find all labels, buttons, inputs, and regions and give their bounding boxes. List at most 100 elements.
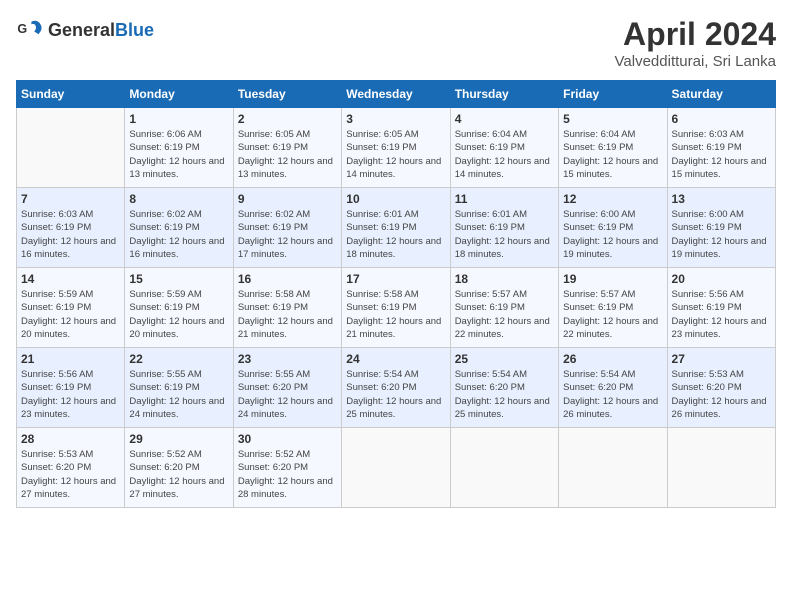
day-number: 21	[21, 352, 120, 366]
day-number: 4	[455, 112, 554, 126]
day-number: 24	[346, 352, 445, 366]
calendar-cell: 6Sunrise: 6:03 AMSunset: 6:19 PMDaylight…	[667, 108, 775, 188]
calendar-table: SundayMondayTuesdayWednesdayThursdayFrid…	[16, 80, 776, 508]
day-number: 8	[129, 192, 228, 206]
day-number: 22	[129, 352, 228, 366]
calendar-cell: 18 Sunrise: 5:57 AMSunset: 6:19 PMDayligh…	[450, 268, 558, 348]
calendar-cell: 4 Sunrise: 6:04 AMSunset: 6:19 PMDaylight…	[450, 108, 558, 188]
day-info: Sunrise: 5:55 AMSunset: 6:20 PMDaylight:…	[238, 368, 337, 421]
day-info: Sunrise: 5:56 AMSunset: 6:19 PMDaylight:…	[21, 368, 120, 421]
day-info: Sunrise: 5:54 AMSunset: 6:20 PMDaylight:…	[346, 368, 445, 421]
day-number: 5	[563, 112, 662, 126]
day-info: Sunrise: 5:55 AMSunset: 6:19 PMDaylight:…	[129, 368, 228, 421]
calendar-cell: 25 Sunrise: 5:54 AMSunset: 6:20 PMDayligh…	[450, 348, 558, 428]
day-number: 23	[238, 352, 337, 366]
calendar-cell: 27Sunrise: 5:53 AMSunset: 6:20 PMDayligh…	[667, 348, 775, 428]
day-number: 17	[346, 272, 445, 286]
day-info: Sunrise: 5:52 AMSunset: 6:20 PMDaylight:…	[238, 448, 337, 501]
day-number: 30	[238, 432, 337, 446]
day-number: 20	[672, 272, 771, 286]
calendar-cell: 12Sunrise: 6:00 AMSunset: 6:19 PMDayligh…	[559, 188, 667, 268]
header-thursday: Thursday	[450, 81, 558, 108]
calendar-cell: 30 Sunrise: 5:52 AMSunset: 6:20 PMDayligh…	[233, 428, 341, 508]
calendar-cell: 8 Sunrise: 6:02 AMSunset: 6:19 PMDaylight…	[125, 188, 233, 268]
day-number: 11	[455, 192, 554, 206]
day-info: Sunrise: 6:04 AMSunset: 6:19 PMDaylight:…	[455, 128, 554, 181]
calendar-cell	[559, 428, 667, 508]
header-monday: Monday	[125, 81, 233, 108]
calendar-cell: 22 Sunrise: 5:55 AMSunset: 6:19 PMDayligh…	[125, 348, 233, 428]
day-info: Sunrise: 6:03 AMSunset: 6:19 PMDaylight:…	[21, 208, 120, 261]
day-info: Sunrise: 6:05 AMSunset: 6:19 PMDaylight:…	[346, 128, 445, 181]
header-sunday: Sunday	[17, 81, 125, 108]
day-number: 3	[346, 112, 445, 126]
calendar-cell: 20Sunrise: 5:56 AMSunset: 6:19 PMDayligh…	[667, 268, 775, 348]
day-info: Sunrise: 5:58 AMSunset: 6:19 PMDaylight:…	[346, 288, 445, 341]
day-info: Sunrise: 5:57 AMSunset: 6:19 PMDaylight:…	[455, 288, 554, 341]
location-subtitle: Valvedditturai, Sri Lanka	[615, 53, 776, 70]
day-number: 28	[21, 432, 120, 446]
day-info: Sunrise: 5:54 AMSunset: 6:20 PMDaylight:…	[455, 368, 554, 421]
day-number: 6	[672, 112, 771, 126]
calendar-cell: 3 Sunrise: 6:05 AMSunset: 6:19 PMDaylight…	[342, 108, 450, 188]
day-number: 1	[129, 112, 228, 126]
calendar-week-5: 28 Sunrise: 5:53 AMSunset: 6:20 PMDayligh…	[17, 428, 776, 508]
header-friday: Friday	[559, 81, 667, 108]
calendar-cell	[17, 108, 125, 188]
calendar-cell: 29 Sunrise: 5:52 AMSunset: 6:20 PMDayligh…	[125, 428, 233, 508]
calendar-cell: 2Sunrise: 6:05 AMSunset: 6:19 PMDaylight…	[233, 108, 341, 188]
calendar-cell: 10 Sunrise: 6:01 AMSunset: 6:19 PMDayligh…	[342, 188, 450, 268]
day-number: 12	[563, 192, 662, 206]
calendar-cell: 15Sunrise: 5:59 AMSunset: 6:19 PMDayligh…	[125, 268, 233, 348]
day-info: Sunrise: 5:53 AMSunset: 6:20 PMDaylight:…	[21, 448, 120, 501]
day-number: 29	[129, 432, 228, 446]
calendar-cell: 7 Sunrise: 6:03 AMSunset: 6:19 PMDaylight…	[17, 188, 125, 268]
logo-icon: G	[16, 16, 44, 44]
day-info: Sunrise: 5:59 AMSunset: 6:19 PMDaylight:…	[21, 288, 120, 341]
calendar-cell: 14 Sunrise: 5:59 AMSunset: 6:19 PMDayligh…	[17, 268, 125, 348]
day-info: Sunrise: 5:57 AMSunset: 6:19 PMDaylight:…	[563, 288, 662, 341]
calendar-cell: 1 Sunrise: 6:06 AMSunset: 6:19 PMDaylight…	[125, 108, 233, 188]
day-number: 14	[21, 272, 120, 286]
calendar-cell	[667, 428, 775, 508]
header-tuesday: Tuesday	[233, 81, 341, 108]
day-number: 7	[21, 192, 120, 206]
title-area: April 2024 Valvedditturai, Sri Lanka	[615, 16, 776, 70]
day-number: 18	[455, 272, 554, 286]
logo-text: GeneralBlue	[48, 20, 154, 41]
day-info: Sunrise: 5:59 AMSunset: 6:19 PMDaylight:…	[129, 288, 228, 341]
calendar-cell: 24 Sunrise: 5:54 AMSunset: 6:20 PMDayligh…	[342, 348, 450, 428]
header-wednesday: Wednesday	[342, 81, 450, 108]
calendar-cell	[342, 428, 450, 508]
day-number: 16	[238, 272, 337, 286]
calendar-cell: 11 Sunrise: 6:01 AMSunset: 6:19 PMDayligh…	[450, 188, 558, 268]
calendar-cell: 13Sunrise: 6:00 AMSunset: 6:19 PMDayligh…	[667, 188, 775, 268]
calendar-cell: 23 Sunrise: 5:55 AMSunset: 6:20 PMDayligh…	[233, 348, 341, 428]
day-info: Sunrise: 6:02 AMSunset: 6:19 PMDaylight:…	[129, 208, 228, 261]
calendar-cell: 21 Sunrise: 5:56 AMSunset: 6:19 PMDayligh…	[17, 348, 125, 428]
day-number: 25	[455, 352, 554, 366]
day-info: Sunrise: 6:06 AMSunset: 6:19 PMDaylight:…	[129, 128, 228, 181]
day-number: 10	[346, 192, 445, 206]
calendar-week-3: 14 Sunrise: 5:59 AMSunset: 6:19 PMDayligh…	[17, 268, 776, 348]
day-number: 26	[563, 352, 662, 366]
svg-text:G: G	[17, 22, 27, 36]
day-info: Sunrise: 6:04 AMSunset: 6:19 PMDaylight:…	[563, 128, 662, 181]
day-info: Sunrise: 5:52 AMSunset: 6:20 PMDaylight:…	[129, 448, 228, 501]
calendar-cell: 5 Sunrise: 6:04 AMSunset: 6:19 PMDaylight…	[559, 108, 667, 188]
calendar-cell: 16 Sunrise: 5:58 AMSunset: 6:19 PMDayligh…	[233, 268, 341, 348]
day-info: Sunrise: 6:01 AMSunset: 6:19 PMDaylight:…	[455, 208, 554, 261]
day-info: Sunrise: 6:01 AMSunset: 6:19 PMDaylight:…	[346, 208, 445, 261]
header-saturday: Saturday	[667, 81, 775, 108]
calendar-cell: 17 Sunrise: 5:58 AMSunset: 6:19 PMDayligh…	[342, 268, 450, 348]
day-info: Sunrise: 5:53 AMSunset: 6:20 PMDaylight:…	[672, 368, 771, 421]
day-info: Sunrise: 5:54 AMSunset: 6:20 PMDaylight:…	[563, 368, 662, 421]
day-info: Sunrise: 6:05 AMSunset: 6:19 PMDaylight:…	[238, 128, 337, 181]
day-info: Sunrise: 5:58 AMSunset: 6:19 PMDaylight:…	[238, 288, 337, 341]
calendar-header-row: SundayMondayTuesdayWednesdayThursdayFrid…	[17, 81, 776, 108]
calendar-cell: 9Sunrise: 6:02 AMSunset: 6:19 PMDaylight…	[233, 188, 341, 268]
calendar-cell: 28 Sunrise: 5:53 AMSunset: 6:20 PMDayligh…	[17, 428, 125, 508]
calendar-week-1: 1 Sunrise: 6:06 AMSunset: 6:19 PMDaylight…	[17, 108, 776, 188]
day-number: 19	[563, 272, 662, 286]
calendar-cell	[450, 428, 558, 508]
